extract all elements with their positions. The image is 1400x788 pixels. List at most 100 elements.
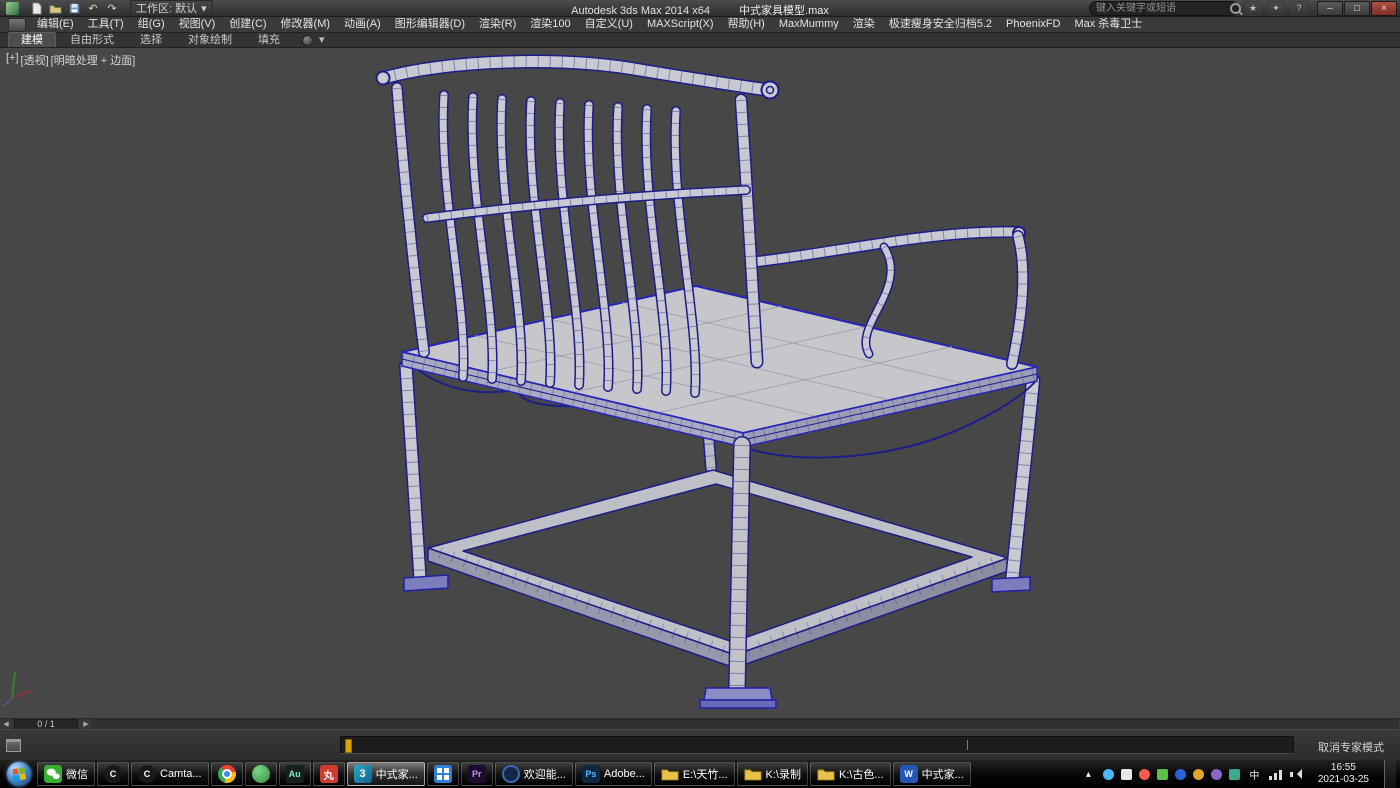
track-bar[interactable] bbox=[340, 736, 1294, 754]
tray-app-icon[interactable] bbox=[1103, 769, 1114, 780]
show-desktop-button[interactable] bbox=[1384, 760, 1396, 788]
model-wireframe-chair[interactable] bbox=[377, 62, 1038, 708]
menu-animation[interactable]: 动画(A) bbox=[337, 17, 388, 32]
max-menu-icon[interactable] bbox=[8, 18, 26, 32]
menu-antivirus[interactable]: Max 杀毒卫士 bbox=[1067, 17, 1149, 32]
show-hidden-icons-icon[interactable]: ▴ bbox=[1081, 767, 1096, 782]
menu-archive-plugin[interactable]: 极速瘦身安全归档5.2 bbox=[882, 17, 999, 32]
current-frame-display[interactable]: 0 / 1 bbox=[14, 719, 78, 730]
green-app-icon bbox=[252, 765, 270, 783]
viewport-menu-view[interactable]: [透视] bbox=[21, 52, 49, 68]
previous-frame-button[interactable]: ◀ bbox=[0, 720, 12, 728]
search-input[interactable] bbox=[1094, 2, 1230, 15]
communication-center-icon[interactable]: ✦ bbox=[1267, 1, 1285, 16]
menu-tools[interactable]: 工具(T) bbox=[81, 17, 131, 32]
menu-phoenixfd[interactable]: PhoenixFD bbox=[999, 17, 1067, 32]
save-file-icon[interactable] bbox=[66, 1, 82, 15]
wechat-icon bbox=[44, 765, 62, 783]
status-grid-icon[interactable] bbox=[6, 739, 21, 752]
workspace-selector[interactable]: 工作区: 默认 ▾ bbox=[130, 0, 213, 16]
tray-app-icon[interactable] bbox=[1211, 769, 1222, 780]
viewport-canvas[interactable] bbox=[0, 48, 1400, 718]
clock-date: 2021-03-25 bbox=[1318, 774, 1369, 786]
maximize-button[interactable]: □ bbox=[1344, 1, 1370, 16]
help-icon[interactable]: ? bbox=[1290, 1, 1308, 16]
quick-access-toolbar: ↶ ↷ bbox=[28, 1, 120, 15]
taskbar-button-label: K:\古色... bbox=[839, 766, 884, 782]
tray-volume-icon[interactable] bbox=[1290, 768, 1303, 781]
tab-selection[interactable]: 选择 bbox=[128, 33, 174, 47]
open-file-icon[interactable] bbox=[47, 1, 63, 15]
undo-icon[interactable]: ↶ bbox=[85, 1, 101, 15]
search-icon[interactable] bbox=[1230, 3, 1241, 14]
tray-app-icon[interactable] bbox=[1229, 769, 1240, 780]
tray-network-icon[interactable] bbox=[1269, 768, 1283, 780]
tray-app-icon[interactable] bbox=[1175, 769, 1186, 780]
menu-maxmummy[interactable]: MaxMummy bbox=[772, 17, 846, 32]
taskbar-folder-k-rec-button[interactable]: K:\录制 bbox=[737, 762, 808, 786]
menu-maxscript[interactable]: MAXScript(X) bbox=[640, 17, 721, 32]
taskbar-photoshop-button[interactable]: Ps Adobe... bbox=[575, 762, 652, 786]
tray-app-icon[interactable] bbox=[1121, 769, 1132, 780]
time-slider-handle[interactable] bbox=[345, 739, 352, 753]
menu-group[interactable]: 组(G) bbox=[131, 17, 172, 32]
start-button[interactable] bbox=[2, 761, 36, 787]
close-button[interactable]: × bbox=[1371, 1, 1397, 16]
taskbar-green-app-button[interactable] bbox=[245, 762, 277, 786]
minimize-button[interactable]: – bbox=[1317, 1, 1343, 16]
tray-app-icon[interactable] bbox=[1157, 769, 1168, 780]
taskbar-folder-k-gu-button[interactable]: K:\古色... bbox=[810, 762, 891, 786]
taskbar-folder-e-button[interactable]: E:\天竹... bbox=[654, 762, 735, 786]
menu-modifiers[interactable]: 修改器(M) bbox=[274, 17, 338, 32]
folder-icon bbox=[817, 765, 835, 783]
title-bar: ↶ ↷ 工作区: 默认 ▾ Autodesk 3ds Max 2014 x64 … bbox=[0, 0, 1400, 17]
cancel-expert-mode-button[interactable]: 取消专家模式 bbox=[1312, 738, 1390, 756]
3ds-max-icon: 3 bbox=[354, 765, 372, 783]
menu-customize[interactable]: 自定义(U) bbox=[578, 17, 640, 32]
tab-modeling[interactable]: 建模 bbox=[8, 32, 56, 47]
folder-icon bbox=[661, 765, 679, 783]
menu-help[interactable]: 帮助(H) bbox=[721, 17, 772, 32]
redo-icon[interactable]: ↷ bbox=[104, 1, 120, 15]
taskbar-welcome-button[interactable]: 欢迎能... bbox=[495, 762, 573, 786]
tray-app-icon[interactable] bbox=[1139, 769, 1150, 780]
app-logo-button[interactable] bbox=[2, 1, 22, 16]
new-scene-icon[interactable] bbox=[28, 1, 44, 15]
taskbar-blue-app-button[interactable] bbox=[427, 762, 459, 786]
windows-logo-icon bbox=[7, 762, 31, 786]
taskbar-word-doc-button[interactable]: W 中式家... bbox=[893, 762, 971, 786]
taskbar-button-label: Camta... bbox=[160, 768, 202, 780]
taskbar-camtasia-recorder-button[interactable]: C Camta... bbox=[131, 762, 209, 786]
menu-create[interactable]: 创建(C) bbox=[222, 17, 273, 32]
tab-populate[interactable]: 填充 bbox=[246, 33, 292, 47]
tab-object-paint[interactable]: 对象绘制 bbox=[176, 33, 244, 47]
viewport-menu-plus[interactable]: [+] bbox=[6, 52, 19, 68]
taskbar-audition-button[interactable]: Au bbox=[279, 762, 311, 786]
ribbon-minimize-icon[interactable]: ▾ bbox=[319, 33, 325, 47]
time-slider-track[interactable] bbox=[92, 719, 1398, 730]
viewport-menu-shading[interactable]: [明暗处理 + 边面] bbox=[51, 52, 136, 68]
tab-freeform[interactable]: 自由形式 bbox=[58, 33, 126, 47]
menu-graph-editors[interactable]: 图形编辑器(D) bbox=[388, 17, 472, 32]
world-axis-gizmo bbox=[4, 672, 32, 706]
tray-clock[interactable]: 16:55 2021-03-25 bbox=[1310, 762, 1377, 786]
menu-rendering[interactable]: 渲染(R) bbox=[472, 17, 523, 32]
menu-render100[interactable]: 渲染100 bbox=[523, 17, 577, 32]
menu-bar: 编辑(E) 工具(T) 组(G) 视图(V) 创建(C) 修改器(M) 动画(A… bbox=[0, 17, 1400, 33]
menu-render-plugin[interactable]: 渲染 bbox=[846, 17, 882, 32]
taskbar-wechat-button[interactable]: 微信 bbox=[37, 762, 95, 786]
taskbar-3ds-max-button[interactable]: 3 中式家... bbox=[347, 762, 425, 786]
menu-views[interactable]: 视图(V) bbox=[172, 17, 223, 32]
tray-language-indicator[interactable]: 中 bbox=[1247, 767, 1262, 782]
folder-icon bbox=[744, 765, 762, 783]
menu-edit[interactable]: 编辑(E) bbox=[30, 17, 81, 32]
perspective-viewport[interactable]: [+] [透视] [明暗处理 + 边面] bbox=[0, 48, 1400, 718]
taskbar-camtasia-button[interactable]: C bbox=[97, 762, 129, 786]
taskbar-premiere-button[interactable]: Pr bbox=[461, 762, 493, 786]
tray-app-icon[interactable] bbox=[1193, 769, 1204, 780]
next-frame-button[interactable]: ▶ bbox=[80, 720, 92, 728]
taskbar-chrome-button[interactable] bbox=[211, 762, 243, 786]
taskbar-red-app-button[interactable]: 丸 bbox=[313, 762, 345, 786]
favorites-icon[interactable]: ★ bbox=[1244, 1, 1262, 16]
ribbon-options-icon[interactable] bbox=[302, 35, 313, 46]
